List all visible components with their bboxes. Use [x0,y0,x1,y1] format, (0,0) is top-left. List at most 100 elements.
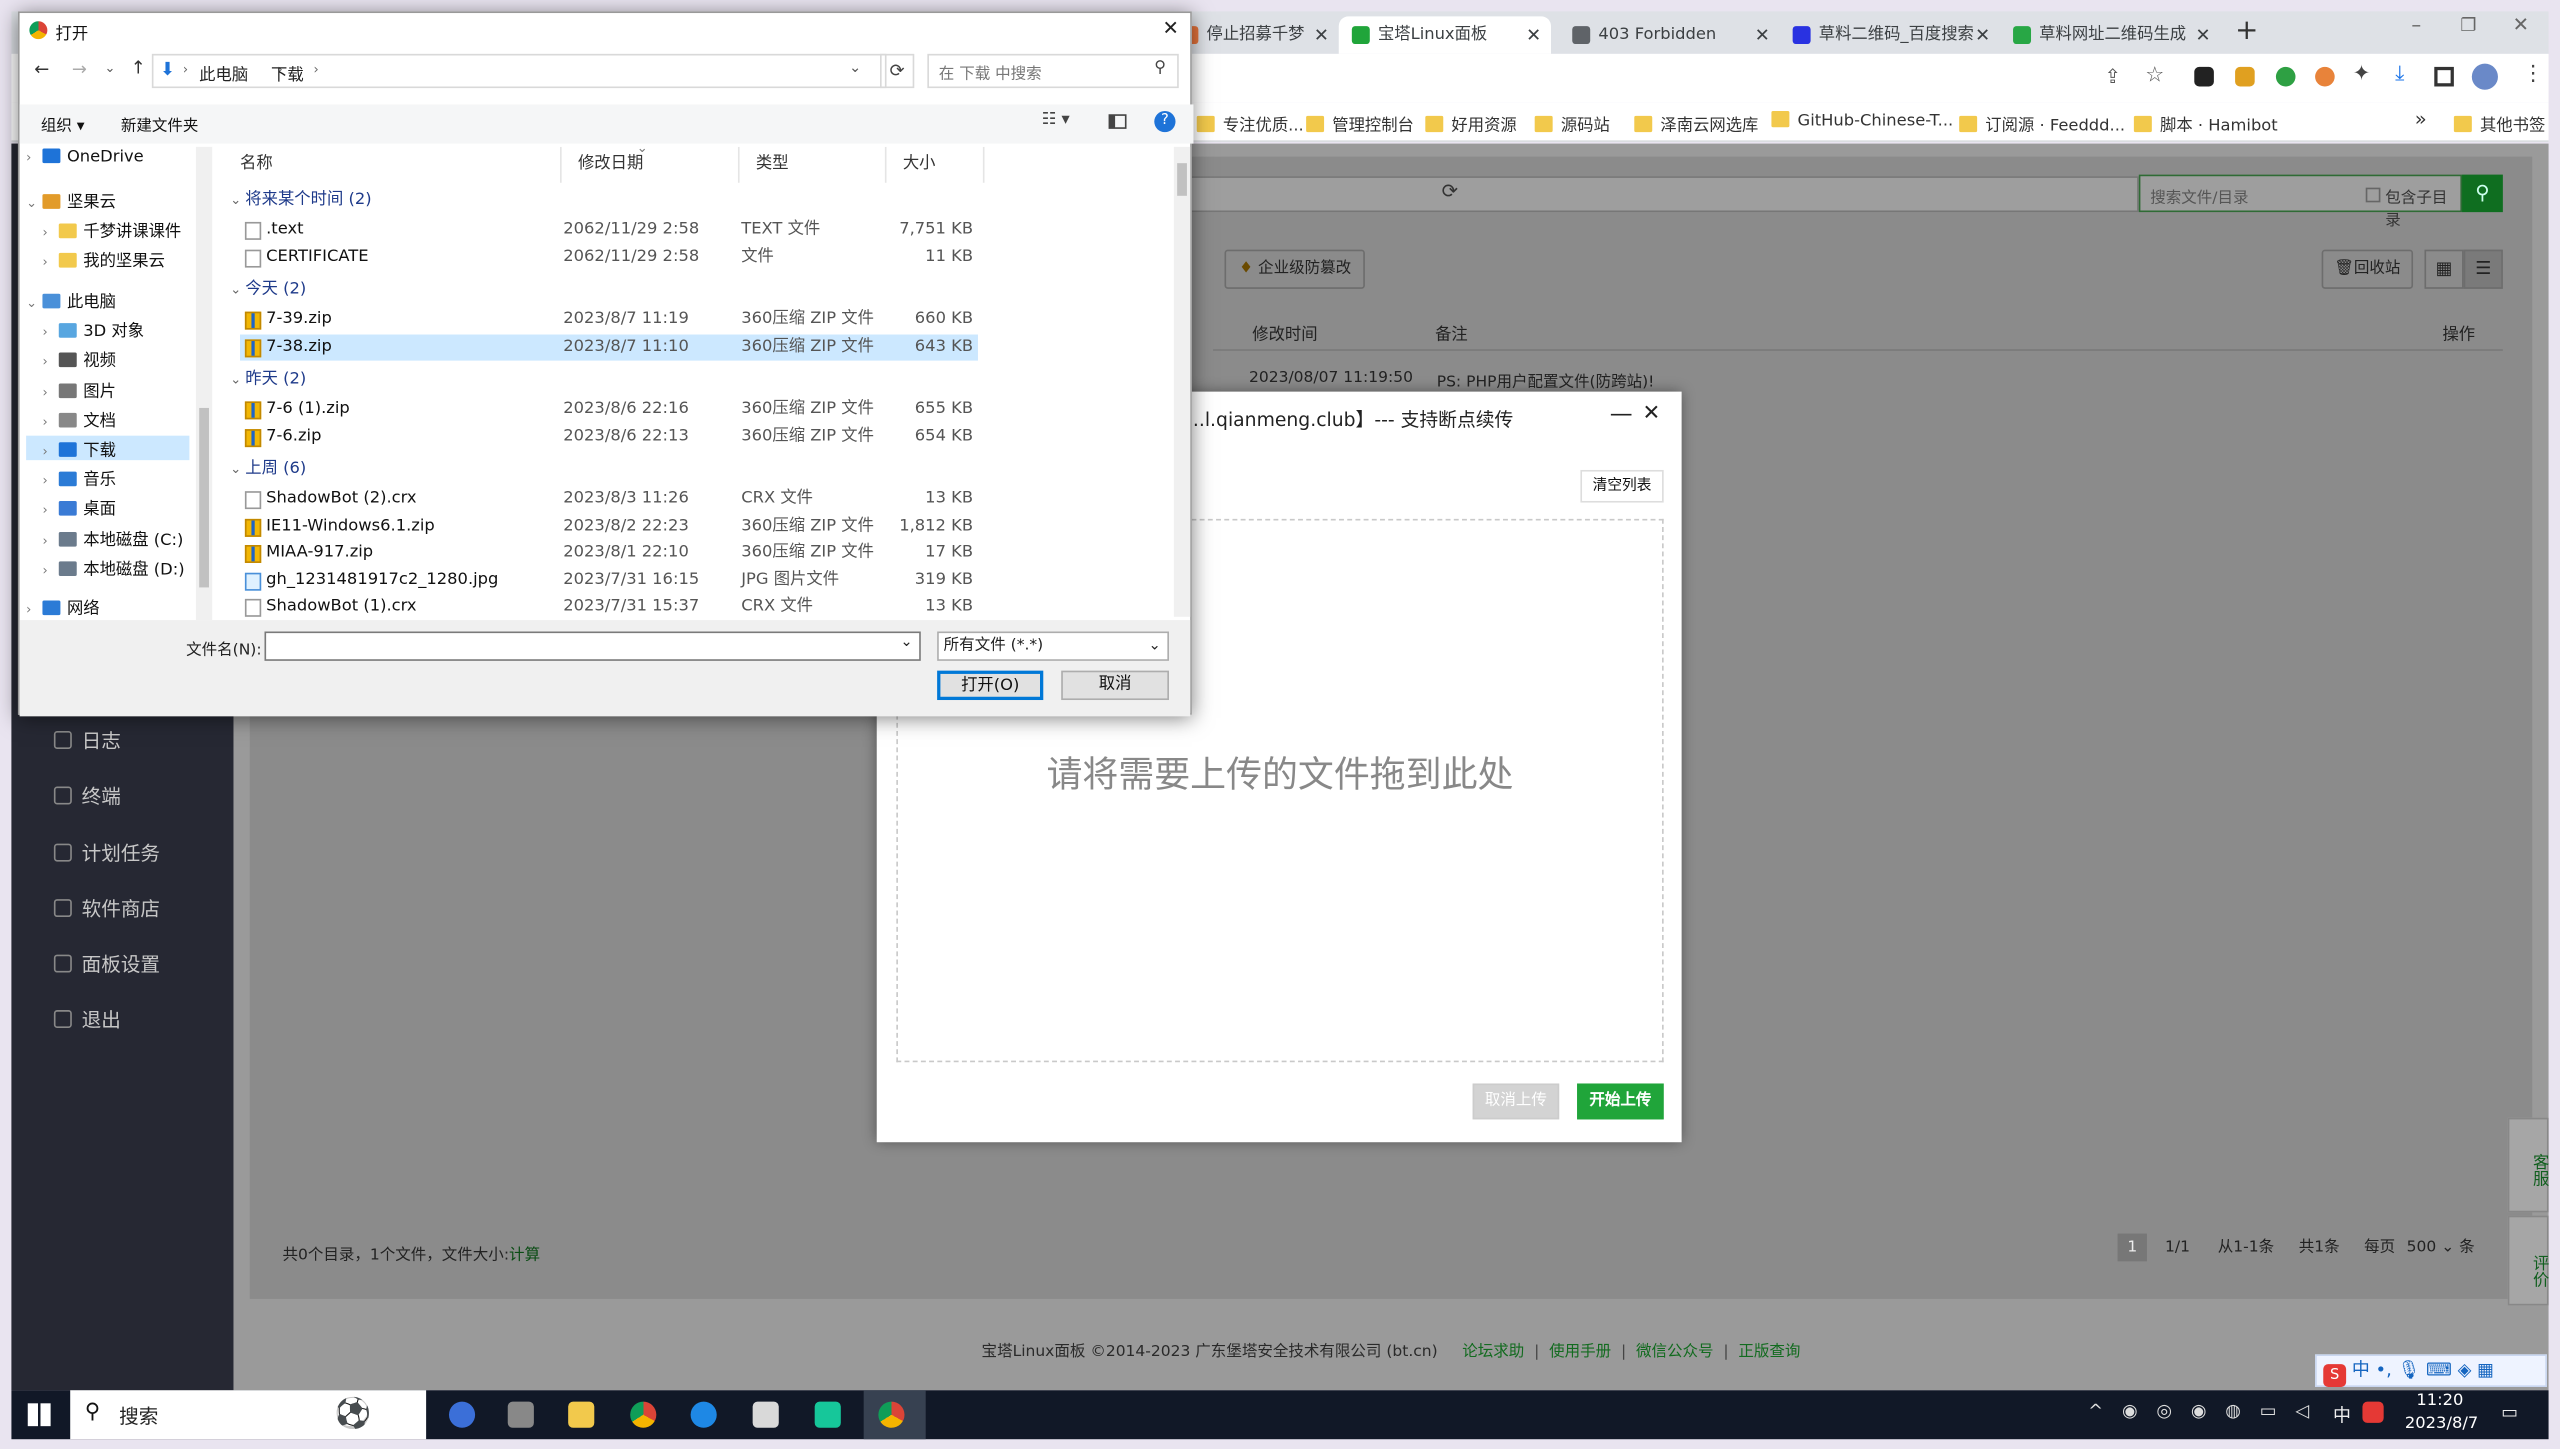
help-icon[interactable]: ? [1154,110,1176,133]
chrome-icon[interactable] [878,1401,905,1428]
expand-arrow-icon[interactable]: ⌄ [26,196,42,211]
tree-item[interactable]: › OneDrive [26,148,144,166]
up-arrow-icon[interactable]: ↑ [131,57,146,78]
file-row[interactable]: CERTIFICATE 2062/11/29 2:58 文件 11 KB [240,244,978,270]
new-tab-button[interactable]: + [2235,15,2258,48]
app-icon[interactable] [690,1401,717,1428]
list-view-button[interactable]: ☰ [2463,249,2503,289]
expand-arrow-icon[interactable]: › [42,563,58,578]
col-header[interactable]: 大小 [887,146,985,183]
tree-item[interactable]: › 本地磁盘 (C:) [26,525,183,550]
file-row[interactable]: 7-6.zip 2023/8/6 22:13 360压缩 ZIP 文件 654 KB [240,423,978,449]
col-header[interactable]: 修改日期 [562,146,740,183]
tree-item[interactable]: ⌄ 此电脑 [26,287,116,312]
expand-arrow-icon[interactable]: › [42,325,58,340]
recycle-bin-button[interactable]: 🗑回收站 [2321,249,2414,289]
menu-item[interactable]: 日志 [53,726,121,754]
expand-arrow-icon[interactable]: › [42,444,58,459]
tab-3[interactable]: 草料二维码_百度搜索 ✕ [1780,16,2000,54]
tree-scrollbar[interactable] [195,146,213,621]
grid-view-button[interactable]: ▦ [2424,249,2464,289]
group-header[interactable]: ⌄ 昨天 (2) [230,367,306,393]
footer-link[interactable]: 正版查询 [1738,1343,1800,1361]
menu-item[interactable]: 软件商店 [53,894,160,922]
bookmark-item[interactable]: 泽南云网选库 [1634,111,1758,135]
col-mtime[interactable]: 修改时间 [1252,320,1317,344]
expand-arrow-icon[interactable]: ⌄ [26,295,42,310]
group-header[interactable]: ⌄ 今天 (2) [230,277,306,303]
puzzle-icon[interactable]: ✦ [2353,62,2371,86]
expand-arrow-icon[interactable]: › [42,473,58,488]
file-row[interactable]: ShadowBot (1).crx 2023/7/31 15:37 CRX 文件 13… [240,594,978,620]
footer-link[interactable]: 使用手册 [1549,1343,1611,1361]
file-row[interactable]: 7-6 (1).zip 2023/8/6 22:16 360压缩 ZIP 文件 655… [240,397,978,423]
notification-icon[interactable]: ▭ [2501,1402,2518,1423]
chrome-icon[interactable] [630,1401,657,1428]
sidepanel-icon[interactable] [2434,66,2454,87]
menu-item[interactable]: 终端 [53,782,121,810]
clock-date[interactable]: 2023/8/7 [2405,1415,2478,1433]
group-header[interactable]: ⌄ 将来某个时间 (2) [230,188,371,214]
file-row[interactable]: IE11-Windows6.1.zip 2023/8/2 22:23 360压缩 Z… [240,513,978,539]
bookmark-star-icon[interactable]: ☆ [2145,64,2164,88]
ime-toolbar[interactable]: S 中 •, 🎙 ⌨ ◈ ▦ [2315,1354,2547,1387]
menu-dots-icon[interactable]: ⋮ [2522,62,2543,86]
tree-item[interactable]: › 下载 [26,435,190,461]
view-options-icon[interactable]: ☷ ▾ [1042,111,1070,129]
bookmark-item[interactable]: 好用资源 [1425,111,1517,135]
search-button[interactable]: ⚲ [2462,174,2503,213]
bookmark-item[interactable]: 源码站 [1534,111,1610,135]
collapse-icon[interactable]: ⌄ [230,372,245,387]
bookmark-item[interactable]: 订阅源 · Feeddd... [1959,111,2125,135]
minimize-window-button[interactable]: – [2411,13,2421,36]
close-window-button[interactable]: ✕ [2513,13,2529,36]
tab-4[interactable]: 草料网址二维码生成 ✕ [2000,16,2220,54]
tree-item[interactable]: ⌄ 坚果云 [26,188,116,212]
dialog-close-icon[interactable]: ✕ [1162,16,1178,39]
breadcrumb-this-pc[interactable]: 此电脑 [199,60,248,85]
expand-arrow-icon[interactable]: › [42,414,58,429]
expand-arrow-icon[interactable]: › [42,385,58,400]
service-tab[interactable]: 客服 [2507,1117,2549,1213]
tree-item[interactable]: › 网络 [26,594,100,618]
tree-item[interactable]: › 文档 [26,406,116,431]
footer-link[interactable]: 微信公众号 [1636,1343,1714,1361]
forward-arrow-icon[interactable]: → [72,59,87,80]
cancel-button[interactable]: 取消 [1061,670,1169,701]
tree-item[interactable]: › 3D 对象 [26,317,144,341]
file-row[interactable]: 7-38.zip 2023/8/7 11:10 360压缩 ZIP 文件 643 KB [239,333,978,360]
back-arrow-icon[interactable]: ← [34,59,49,80]
app-icon[interactable] [814,1401,841,1428]
start-upload-button[interactable]: 开始上传 [1577,1083,1664,1120]
clock-time[interactable]: 11:20 [2416,1392,2463,1410]
organize-menu[interactable]: 组织 ▾ [41,113,85,135]
taskbar-search[interactable]: ⚲ 搜索 ⚽ [70,1390,427,1440]
file-row[interactable]: MIAA-917.zip 2023/8/1 22:10 360压缩 ZIP 文件 17… [240,540,978,566]
file-search-box[interactable]: 搜索文件/目录 包含子目录 [2138,174,2463,230]
expand-arrow-icon[interactable]: › [42,534,58,549]
refresh-icon[interactable]: ⟳ [1442,179,1458,202]
app-icon[interactable] [752,1401,779,1428]
new-folder-button[interactable]: 新建文件夹 [121,113,199,135]
extension-icon[interactable] [2194,66,2214,87]
collapse-icon[interactable]: ⌄ [230,282,245,297]
dialog-search-box[interactable]: 在 下载 中搜索 ⚲ [927,53,1179,89]
file-row[interactable]: .text 2062/11/29 2:58 TEXT 文件 7,751 KB [240,217,978,243]
bookmarks-more[interactable]: » [2415,108,2427,131]
list-scrollbar[interactable] [1173,146,1191,617]
expand-arrow-icon[interactable]: › [42,354,58,369]
preview-pane-icon[interactable] [1108,114,1127,129]
tray-ime[interactable]: 中 [2333,1402,2351,1428]
tree-item[interactable]: › 千梦讲课课件 [26,217,181,242]
per-page-select[interactable]: 500 [2407,1239,2437,1257]
share-icon[interactable]: ⇪ [2104,65,2120,88]
include-subdir-checkbox[interactable] [2365,187,2381,203]
bookmark-item[interactable]: GitHub-Chinese-T... [1771,110,1953,131]
enterprise-tamper-button[interactable]: ♦ 企业级防篡改 [1224,249,1365,289]
tray-icons[interactable]: ^ ◉ ◎ ◉ ◍ ▭ ◁ [2088,1400,2316,1421]
tab-close-icon[interactable]: ✕ [1314,16,1329,54]
expand-arrow-icon[interactable]: › [26,602,42,617]
file-row[interactable]: gh_1231481917c2_1280.jpg 2023/7/31 16:15 J… [240,567,978,593]
file-search-input[interactable]: 搜索文件/目录 [2150,184,2248,207]
refresh-button[interactable]: ⟳ [879,53,915,89]
